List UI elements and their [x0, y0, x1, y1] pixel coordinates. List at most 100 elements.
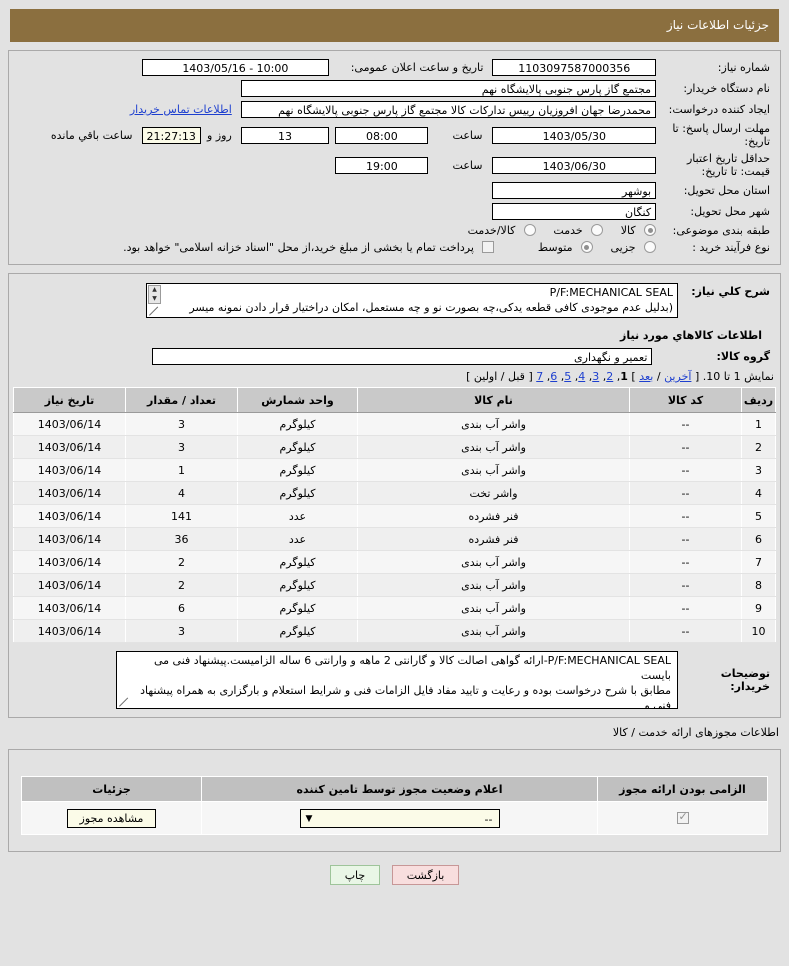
pager-page-3[interactable]: 3	[592, 370, 599, 383]
buyer-contact-link[interactable]: اطلاعات تماس خریدار	[130, 103, 232, 116]
buyer-org-field[interactable]: مجتمع گاز پارس جنوبی پالایشگاه نهم	[240, 80, 657, 97]
cell-name: واشر تخت	[357, 481, 630, 505]
print-button[interactable]: چاپ	[329, 865, 381, 885]
pager-bracket-close: ]	[631, 370, 636, 383]
city-label: شهر محل تحویل:	[690, 205, 770, 218]
category-option-goods[interactable]: کالا	[617, 224, 657, 237]
buyer-notes-line-1: P/F:MECHANICAL SEAL-ارائه گواهی اصالت کا…	[153, 654, 671, 682]
pager-slash-2: /	[500, 370, 505, 383]
hour-label: ساعت	[452, 128, 483, 142]
row-province: استان محل تحویل: بوشهر	[13, 180, 776, 201]
license-status-select[interactable]: ▼ --	[299, 808, 500, 829]
cell-qty: 2	[125, 550, 238, 574]
cell-code: --	[629, 504, 742, 528]
description-textarea[interactable]: ▲ ▼ P/F:MECHANICAL SEAL (بدلیل عدم موجود…	[146, 283, 678, 318]
chevron-down-icon[interactable]: ▼	[306, 810, 313, 829]
cell-unit: کیلوگرم	[237, 619, 358, 643]
licenses-section-title: اطلاعات مجوزهای ارائه خدمت / کالا	[612, 726, 779, 739]
cell-row: 8	[741, 573, 776, 597]
pager-bracket-open: [	[694, 370, 700, 383]
table-row[interactable]: 4 -- واشر تخت کیلوگرم 4 1403/06/14	[13, 481, 776, 505]
scroll-up-icon[interactable]: ▲	[152, 287, 157, 293]
cell-code: --	[629, 458, 742, 482]
pager-page-6[interactable]: 6	[550, 370, 557, 383]
row-deadline: مهلت ارسال پاسخ: تا تاریخ: 1403/05/30 سا…	[13, 120, 776, 150]
back-button[interactable]: بازگشت	[391, 865, 460, 885]
pager-prev-link: قبل	[508, 370, 525, 383]
price-validity-date-field[interactable]: 1403/06/30	[492, 156, 657, 174]
pager-next-link[interactable]: بعد	[639, 370, 653, 383]
hour-label-2: ساعت	[452, 158, 483, 172]
cell-name: واشر آب بندی	[357, 619, 630, 643]
price-validity-time-field[interactable]: 19:00	[335, 156, 429, 174]
public-announce-field[interactable]: 1403/05/16 - 10:00	[141, 59, 330, 76]
cell-date: 1403/06/14	[13, 481, 126, 505]
category-option-goods-service[interactable]: کالا/خدمت	[468, 224, 536, 237]
cell-unit: کیلوگرم	[237, 412, 358, 436]
table-row[interactable]: 1 -- واشر آب بندی کیلوگرم 3 1403/06/14	[13, 412, 776, 436]
deadline-time-field[interactable]: 08:00	[335, 126, 429, 144]
province-field[interactable]: بوشهر	[492, 182, 657, 199]
pager-last-link[interactable]: آخرین	[664, 370, 691, 383]
cell-license-details: مشاهده مجوز	[21, 801, 202, 835]
resize-grip-icon[interactable]	[149, 307, 158, 316]
view-license-button[interactable]: مشاهده مجوز	[66, 808, 157, 828]
table-row[interactable]: 2 -- واشر آب بندی کیلوگرم 3 1403/06/14	[13, 435, 776, 459]
radio-icon-service[interactable]	[591, 224, 604, 236]
city-field[interactable]: کنگان	[492, 203, 657, 220]
table-row[interactable]: 5 -- فنر فشرده عدد 141 1403/06/14	[13, 504, 776, 528]
cell-qty: 141	[125, 504, 238, 528]
process-option-medium[interactable]: متوسط	[534, 241, 593, 254]
category-option-service[interactable]: خدمت	[550, 224, 604, 237]
pager-page-7[interactable]: 7	[536, 370, 543, 383]
col-license-required: الزامی بودن ارائه مجوز	[597, 776, 768, 802]
treasury-checkbox-option[interactable]: پرداخت تمام یا بخشی از مبلغ خرید،از محل …	[123, 241, 495, 254]
spacer-cell-notes	[13, 649, 113, 711]
cell-row: 4	[741, 481, 776, 505]
radio-icon-goods[interactable]	[644, 224, 657, 236]
row-price-validity: حداقل تاریخ اعتبار قیمت: تا تاریخ: 1403/…	[13, 150, 776, 180]
goods-table-header-row: ردیف کد کالا نام کالا واحد شمارش تعداد /…	[13, 387, 776, 413]
pager-page-2[interactable]: 2	[606, 370, 613, 383]
cell-unit: عدد	[237, 527, 358, 551]
radio-icon-minor[interactable]	[644, 241, 657, 253]
table-row[interactable]: 8 -- واشر آب بندی کیلوگرم 2 1403/06/14	[13, 573, 776, 597]
description-form: شرح كلي نياز: ▲ ▼ P/F:MECHANICAL SEAL (ب…	[13, 281, 776, 320]
radio-icon-medium[interactable]	[580, 241, 593, 253]
need-number-field[interactable]: 1103097587000356	[492, 59, 657, 76]
license-row: ▼ -- مشاهده مجوز	[21, 801, 768, 835]
table-row[interactable]: 7 -- واشر آب بندی کیلوگرم 2 1403/06/14	[13, 550, 776, 574]
table-row[interactable]: 6 -- فنر فشرده عدد 36 1403/06/14	[13, 527, 776, 551]
scroll-spinner-icon[interactable]: ▲ ▼	[148, 285, 161, 304]
cell-code: --	[629, 527, 742, 551]
countdown-field: 21:27:13	[141, 126, 201, 144]
table-row[interactable]: 10 -- واشر آب بندی کیلوگرم 3 1403/06/14	[13, 619, 776, 643]
requester-field[interactable]: محمدرضا جهان افروزیان رییس تدارکات کالا …	[240, 101, 657, 118]
col-unit: واحد شمارش	[237, 387, 358, 413]
cell-unit: کیلوگرم	[237, 596, 358, 620]
resize-grip-icon-notes[interactable]	[119, 698, 128, 707]
requester-label: ایجاد کننده درخواست:	[668, 103, 770, 116]
footer-actions: بازگشت چاپ	[0, 852, 789, 885]
col-name: نام کالا	[357, 387, 630, 413]
cell-unit: کیلوگرم	[237, 481, 358, 505]
group-field[interactable]: تعمیر و نگهداری	[152, 348, 653, 365]
price-validity-label: حداقل تاریخ اعتبار قیمت: تا تاریخ:	[686, 152, 770, 178]
radio-icon-goods-service[interactable]	[523, 224, 536, 236]
table-row[interactable]: 9 -- واشر آب بندی کیلوگرم 6 1403/06/14	[13, 596, 776, 620]
cell-date: 1403/06/14	[13, 619, 126, 643]
table-row[interactable]: 3 -- واشر آب بندی کیلوگرم 1 1403/06/14	[13, 458, 776, 482]
checkbox-icon-treasury[interactable]	[482, 241, 495, 253]
cell-name: واشر آب بندی	[357, 596, 630, 620]
row-description: شرح كلي نياز: ▲ ▼ P/F:MECHANICAL SEAL (ب…	[13, 281, 776, 320]
buyer-notes-textarea[interactable]: P/F:MECHANICAL SEAL-ارائه گواهی اصالت کا…	[116, 651, 678, 709]
scroll-down-icon[interactable]: ▼	[152, 295, 157, 302]
process-option-minor[interactable]: جزیی	[607, 241, 657, 254]
category-label: طبقه بندی موضوعی:	[672, 224, 770, 237]
pager-page-1[interactable]: 1	[620, 370, 628, 383]
deadline-date-field[interactable]: 1403/05/30	[492, 126, 657, 144]
pager-page-5[interactable]: 5	[564, 370, 571, 383]
need-info-form: شماره نیاز: 1103097587000356 تاریخ و ساع…	[13, 57, 776, 256]
spacer-cell-5	[13, 201, 489, 222]
pager-page-4[interactable]: 4	[578, 370, 585, 383]
